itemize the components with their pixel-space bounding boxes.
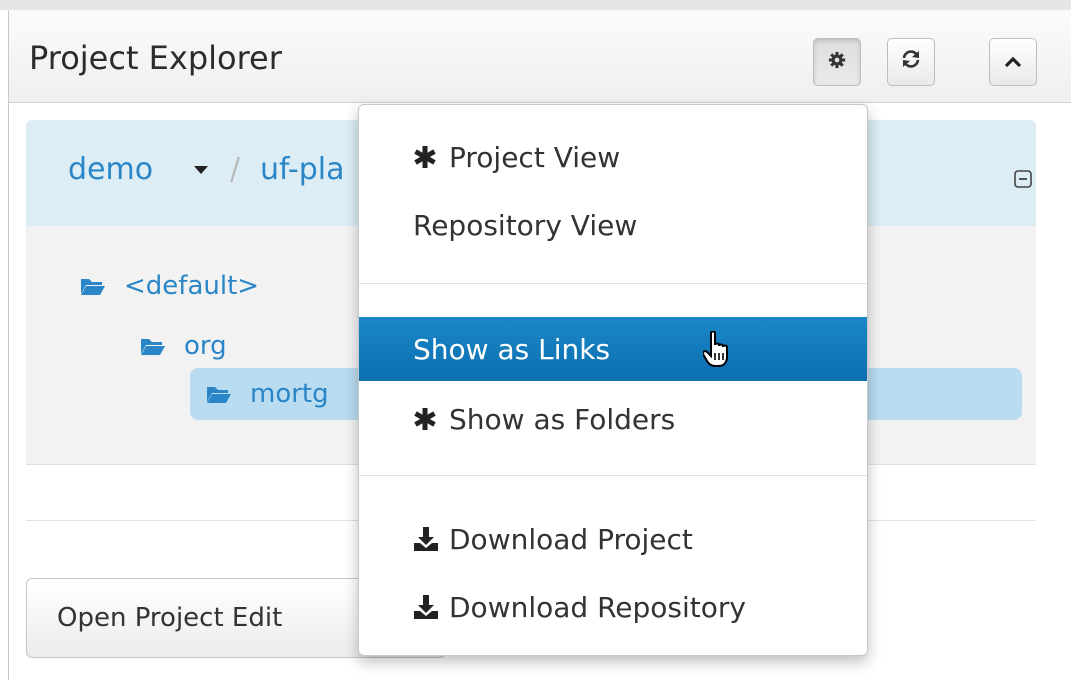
download-icon (413, 526, 449, 552)
menu-item-repository-view[interactable]: Repository View (359, 195, 867, 255)
tree-item-label: <default> (124, 271, 260, 301)
tree-item-org[interactable]: org (140, 326, 227, 366)
chevron-up-icon (1003, 50, 1023, 75)
caret-down-icon[interactable] (194, 166, 208, 174)
breadcrumb-project[interactable]: uf-pla (260, 150, 345, 190)
refresh-button[interactable] (887, 38, 935, 86)
menu-item-project-view[interactable]: Project View (359, 127, 867, 187)
panel-title: Project Explorer (29, 39, 282, 77)
window-top-edge (0, 0, 1071, 10)
menu-item-label: Project View (449, 140, 621, 174)
asterisk-icon (413, 407, 449, 431)
gear-icon (828, 50, 846, 75)
menu-item-download-repository[interactable]: Download Repository (359, 577, 867, 637)
menu-divider (359, 283, 867, 284)
breadcrumb-separator: / (230, 152, 241, 187)
settings-button[interactable] (813, 38, 861, 86)
collapse-panel-button[interactable] (989, 38, 1037, 86)
refresh-icon (900, 48, 922, 76)
menu-item-label: Repository View (413, 208, 638, 242)
collapse-minus-icon[interactable] (1014, 170, 1032, 188)
download-icon (413, 594, 449, 620)
folder-open-icon (207, 387, 231, 403)
tree-item-mortgages[interactable]: mortg (206, 374, 329, 414)
panel-header: Project Explorer (9, 10, 1071, 103)
tree-item-default[interactable]: <default> (80, 266, 259, 306)
view-options-menu: Project View Repository View Show as Lin… (358, 104, 868, 656)
menu-item-download-project[interactable]: Download Project (359, 509, 867, 569)
menu-item-show-as-folders[interactable]: Show as Folders (359, 389, 867, 449)
menu-item-show-as-links[interactable]: Show as Links (359, 317, 867, 381)
tree-item-label: org (184, 331, 227, 361)
menu-item-label: Show as Links (413, 332, 611, 366)
hand-cursor-icon (703, 331, 728, 367)
menu-item-label: Show as Folders (449, 402, 676, 436)
menu-item-label: Download Project (449, 522, 693, 556)
panel-left-border (8, 10, 9, 680)
asterisk-icon (413, 145, 449, 169)
menu-divider (359, 475, 867, 476)
folder-open-icon (81, 279, 105, 295)
menu-item-label: Download Repository (449, 590, 746, 624)
breadcrumb-organization[interactable]: demo (68, 150, 153, 190)
tree-item-label: mortg (250, 379, 329, 409)
folder-open-icon (141, 339, 165, 355)
